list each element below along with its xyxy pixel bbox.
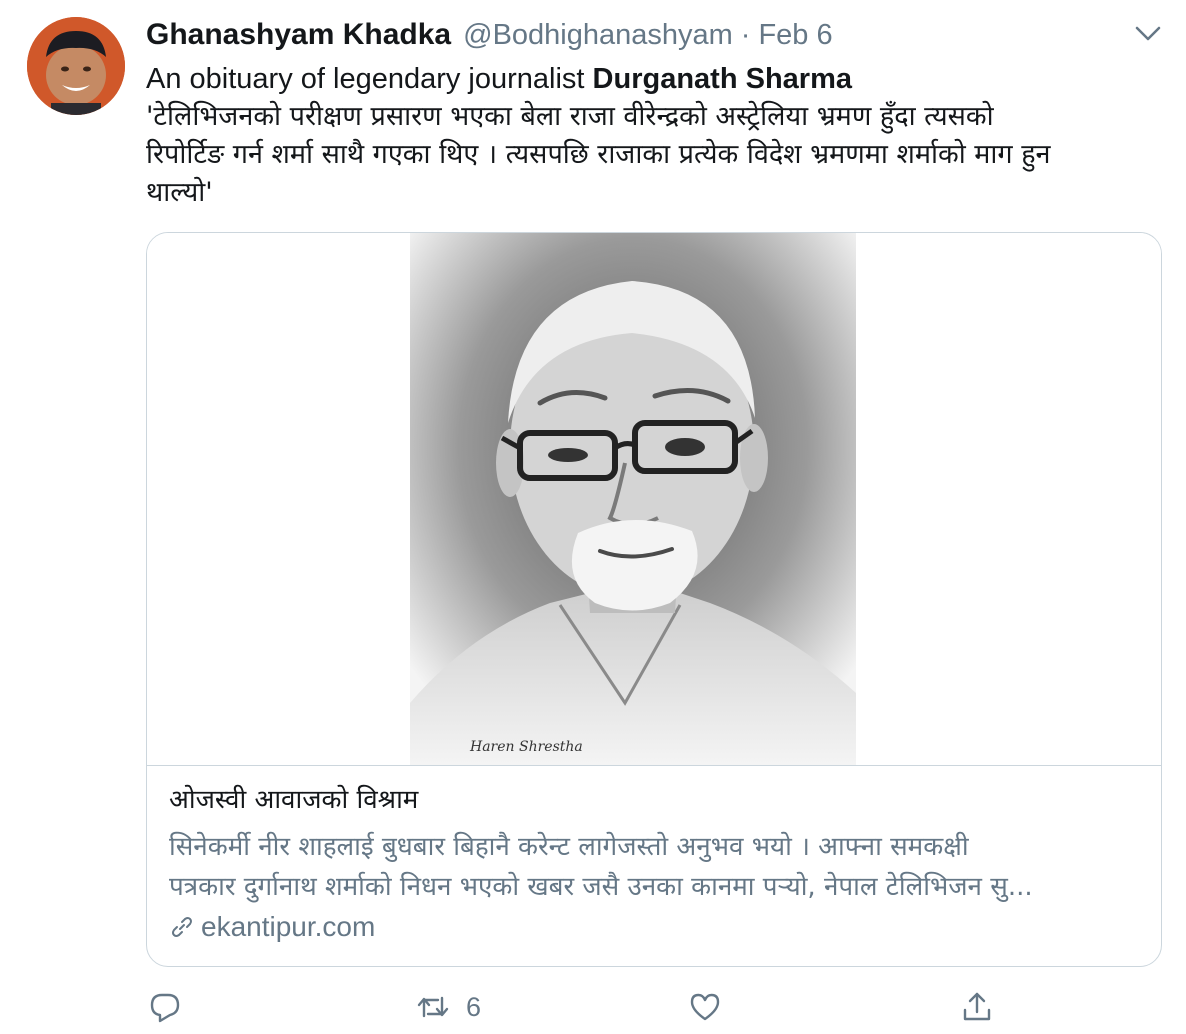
user-handle[interactable]: @Bodhighanashyam [463,19,733,52]
display-name[interactable]: Ghanashyam Khadka [146,18,451,52]
link-card[interactable]: Haren Shrestha ओजस्वी आवाजको विश्राम सिन… [146,232,1162,967]
share-button[interactable] [960,985,994,1029]
tweet-header: Ghanashyam Khadka @Bodhighanashyam · Feb… [146,18,833,58]
share-icon [963,992,991,1021]
tweet-text: An obituary of legendary journalist Durg… [146,60,1156,212]
chevron-down-icon[interactable] [1133,22,1163,44]
card-description-line: सिनेकर्मी नीर शाहलाई बुधबार बिहानै करेन्… [169,832,969,862]
tweet-quote-line: थाल्यो' [146,177,213,208]
portrait-sketch: Haren Shrestha [410,233,856,765]
card-description-line: पत्रकार दुर्गानाथ शर्माको निधन भएको खबर … [169,872,1033,902]
reply-icon [150,993,180,1023]
card-domain[interactable]: ekantipur.com [169,911,1139,943]
reply-button[interactable] [148,985,198,1029]
tweet-text-intro-line: An obituary of legendary journalist Durg… [146,60,1156,98]
action-bar: 6 [146,985,1006,1029]
tweet-quote-line: 'टेलिभिजनको परीक्षण प्रसारण भएका बेला रा… [146,101,994,132]
link-icon [172,917,192,937]
retweet-count: 6 [466,991,482,1022]
retweet-button[interactable]: 6 [416,985,481,1029]
like-button[interactable] [688,985,738,1029]
tweet-text-intro: An obituary of legendary journalist [146,63,593,95]
avatar-image [27,17,125,115]
tweet-text-name: Durganath Sharma [592,63,852,95]
card-body[interactable]: ओजस्वी आवाजको विश्राम सिनेकर्मी नीर शाहल… [169,781,1139,943]
avatar[interactable] [27,17,125,115]
separator-dot: · [740,19,751,51]
tweet[interactable]: Ghanashyam Khadka @Bodhighanashyam · Feb… [0,0,1186,1034]
retweet-icon [417,996,449,1018]
tweet-quote-line: रिपोर्टिङ गर्न शर्मा साथै गएका थिए । त्य… [146,139,1051,170]
card-description: सिनेकर्मी नीर शाहलाई बुधबार बिहानै करेन्… [169,827,1139,907]
tweet-date[interactable]: Feb 6 [758,19,832,52]
heart-icon [690,993,720,1021]
card-title[interactable]: ओजस्वी आवाजको विश्राम [169,781,1139,819]
artist-signature: Haren Shrestha [469,739,583,755]
card-domain-text: ekantipur.com [201,911,376,942]
card-image[interactable]: Haren Shrestha [147,233,1161,766]
